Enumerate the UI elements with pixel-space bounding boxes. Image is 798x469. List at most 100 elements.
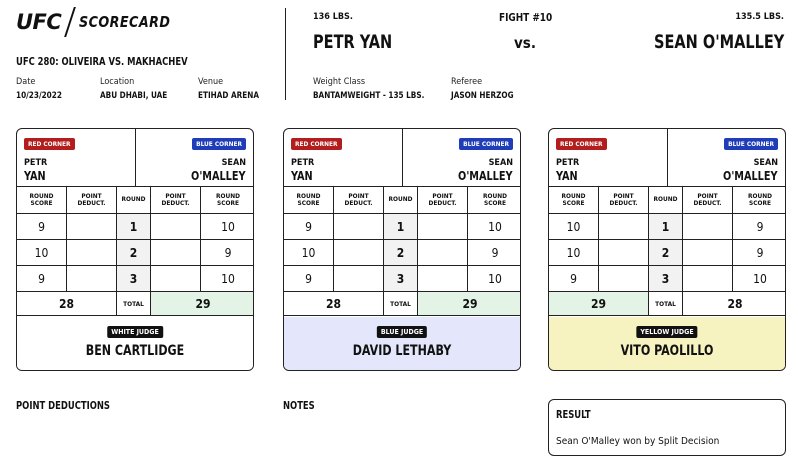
judge-scorecard: RED CORNER PETR YAN BLUE CORNER SEAN O'M… <box>548 128 786 371</box>
judge-box: BLUE JUDGE DAVID LETHABY <box>284 317 520 370</box>
point-deductions-heading: POINT DEDUCTIONS <box>16 399 110 412</box>
venue-value: ETIHAD ARENA <box>198 91 259 101</box>
header-divider <box>285 8 286 100</box>
red-corner-badge: RED CORNER <box>291 138 342 150</box>
result-text: Sean O'Malley won by Split Decision <box>556 436 720 447</box>
red-point-deduction <box>67 214 117 239</box>
red-point-deduction <box>334 214 384 239</box>
judge-scorecard: RED CORNER PETR YAN BLUE CORNER SEAN O'M… <box>283 128 521 371</box>
red-corner-badge: RED CORNER <box>24 138 75 150</box>
blue-first-name: SEAN <box>488 158 513 168</box>
blue-corner-badge: BLUE CORNER <box>724 138 778 150</box>
red-last-name: YAN <box>556 169 578 183</box>
header-round-score: ROUND SCORE <box>733 187 785 213</box>
round-row: 10 2 9 <box>549 240 785 266</box>
score-grid: ROUND SCORE POINT DEDUCT. ROUND POINT DEDUC… <box>284 187 520 316</box>
fight-number: FIGHT #10 <box>499 11 553 24</box>
round-row: 9 3 10 <box>17 266 253 292</box>
judge-badge: YELLOW JUDGE <box>636 326 698 338</box>
red-corner-badge: RED CORNER <box>556 138 607 150</box>
total-row: 28 TOTAL 29 <box>284 292 520 316</box>
blue-point-deduction <box>151 266 201 291</box>
blue-last-name: O'MALLEY <box>191 169 246 183</box>
red-total: 29 <box>549 292 649 315</box>
total-label: TOTAL <box>649 292 683 315</box>
round-row: 9 3 10 <box>549 266 785 292</box>
corner-header: RED CORNER PETR YAN BLUE CORNER SEAN O'M… <box>284 129 520 187</box>
location-label: Location <box>100 77 135 87</box>
referee-label: Referee <box>451 77 483 87</box>
blue-total: 29 <box>151 292 253 315</box>
round-row: 9 3 10 <box>284 266 520 292</box>
logo-divider <box>64 7 77 37</box>
blue-last-name: O'MALLEY <box>458 169 513 183</box>
location-value: ABU DHABI, UAE <box>100 91 168 101</box>
red-point-deduction <box>599 214 649 239</box>
date-label: Date <box>16 77 36 87</box>
red-first-name: PETR <box>291 158 315 168</box>
blue-round-score: 10 <box>488 219 502 234</box>
round-row: 10 1 9 <box>549 214 785 240</box>
red-round-score: 10 <box>17 240 67 265</box>
round-number: 3 <box>649 266 683 291</box>
header-round-score: ROUND SCORE <box>549 187 599 213</box>
header-point-deduct: POINT DEDUCT. <box>334 187 384 213</box>
blue-point-deduction <box>418 240 468 265</box>
judge-badge: WHITE JUDGE <box>107 326 163 338</box>
red-point-deduction <box>599 240 649 265</box>
red-round-score: 10 <box>284 240 334 265</box>
header-point-deduct: POINT DEDUCT. <box>683 187 733 213</box>
header-round-score: ROUND SCORE <box>17 187 67 213</box>
red-first-name: PETR <box>24 158 48 168</box>
score-header-row: ROUND SCORE POINT DEDUCT. ROUND POINT DEDUC… <box>549 187 785 214</box>
referee-value: JASON HERZOG <box>451 91 514 101</box>
round-number: 3 <box>384 266 418 291</box>
blue-round-score: 10 <box>488 271 502 286</box>
blue-round-score: 9 <box>756 219 764 234</box>
round-number: 2 <box>649 240 683 265</box>
blue-point-deduction <box>683 214 733 239</box>
total-label: TOTAL <box>384 292 418 315</box>
date-value: 10/23/2022 <box>16 91 62 101</box>
header-round-score: ROUND SCORE <box>284 187 334 213</box>
header-round: ROUND <box>649 187 683 213</box>
ufc-logo-text: UFC <box>16 10 62 34</box>
red-last-name: YAN <box>24 169 46 183</box>
blue-weight: 135.5 LBS. <box>735 12 784 22</box>
red-point-deduction <box>599 266 649 291</box>
weight-class-value: BANTAMWEIGHT - 135 LBS. <box>313 91 425 101</box>
blue-total: 28 <box>727 296 743 311</box>
judge-name: DAVID LETHABY <box>352 343 452 359</box>
round-number: 1 <box>649 214 683 239</box>
header-point-deduct: POINT DEDUCT. <box>418 187 468 213</box>
venue-label: Venue <box>198 77 224 87</box>
blue-point-deduction <box>418 214 468 239</box>
scorecard-label: SCORECARD <box>79 13 171 31</box>
blue-round-score: 9 <box>224 245 232 260</box>
judge-scorecard: RED CORNER PETR YAN BLUE CORNER SEAN O'M… <box>16 128 254 371</box>
vs-label: vs. <box>514 34 536 52</box>
judge-box: YELLOW JUDGE VITO PAOLILLO <box>549 317 785 370</box>
red-fighter-name: PETR YAN <box>313 31 393 53</box>
blue-point-deduction <box>683 266 733 291</box>
total-row: 29 TOTAL 28 <box>549 292 785 316</box>
total-row: 28 TOTAL 29 <box>17 292 253 316</box>
score-header-row: ROUND SCORE POINT DEDUCT. ROUND POINT DEDUC… <box>17 187 253 214</box>
corner-header: RED CORNER PETR YAN BLUE CORNER SEAN O'M… <box>17 129 253 187</box>
red-round-score: 9 <box>17 214 67 239</box>
header-round: ROUND <box>117 187 151 213</box>
corner-header: RED CORNER PETR YAN BLUE CORNER SEAN O'M… <box>549 129 785 187</box>
blue-first-name: SEAN <box>753 158 778 168</box>
blue-corner-badge: BLUE CORNER <box>192 138 246 150</box>
red-first-name: PETR <box>556 158 580 168</box>
blue-total: 29 <box>418 292 520 315</box>
round-row: 10 2 9 <box>17 240 253 266</box>
score-grid: ROUND SCORE POINT DEDUCT. ROUND POINT DEDUC… <box>549 187 785 316</box>
red-total: 28 <box>17 292 117 315</box>
blue-point-deduction <box>151 214 201 239</box>
round-row: 9 1 10 <box>17 214 253 240</box>
result-box: RESULT Sean O'Malley won by Split Decisi… <box>548 399 786 456</box>
header-point-deduct: POINT DEDUCT. <box>67 187 117 213</box>
header-point-deduct: POINT DEDUCT. <box>599 187 649 213</box>
blue-point-deduction <box>151 240 201 265</box>
